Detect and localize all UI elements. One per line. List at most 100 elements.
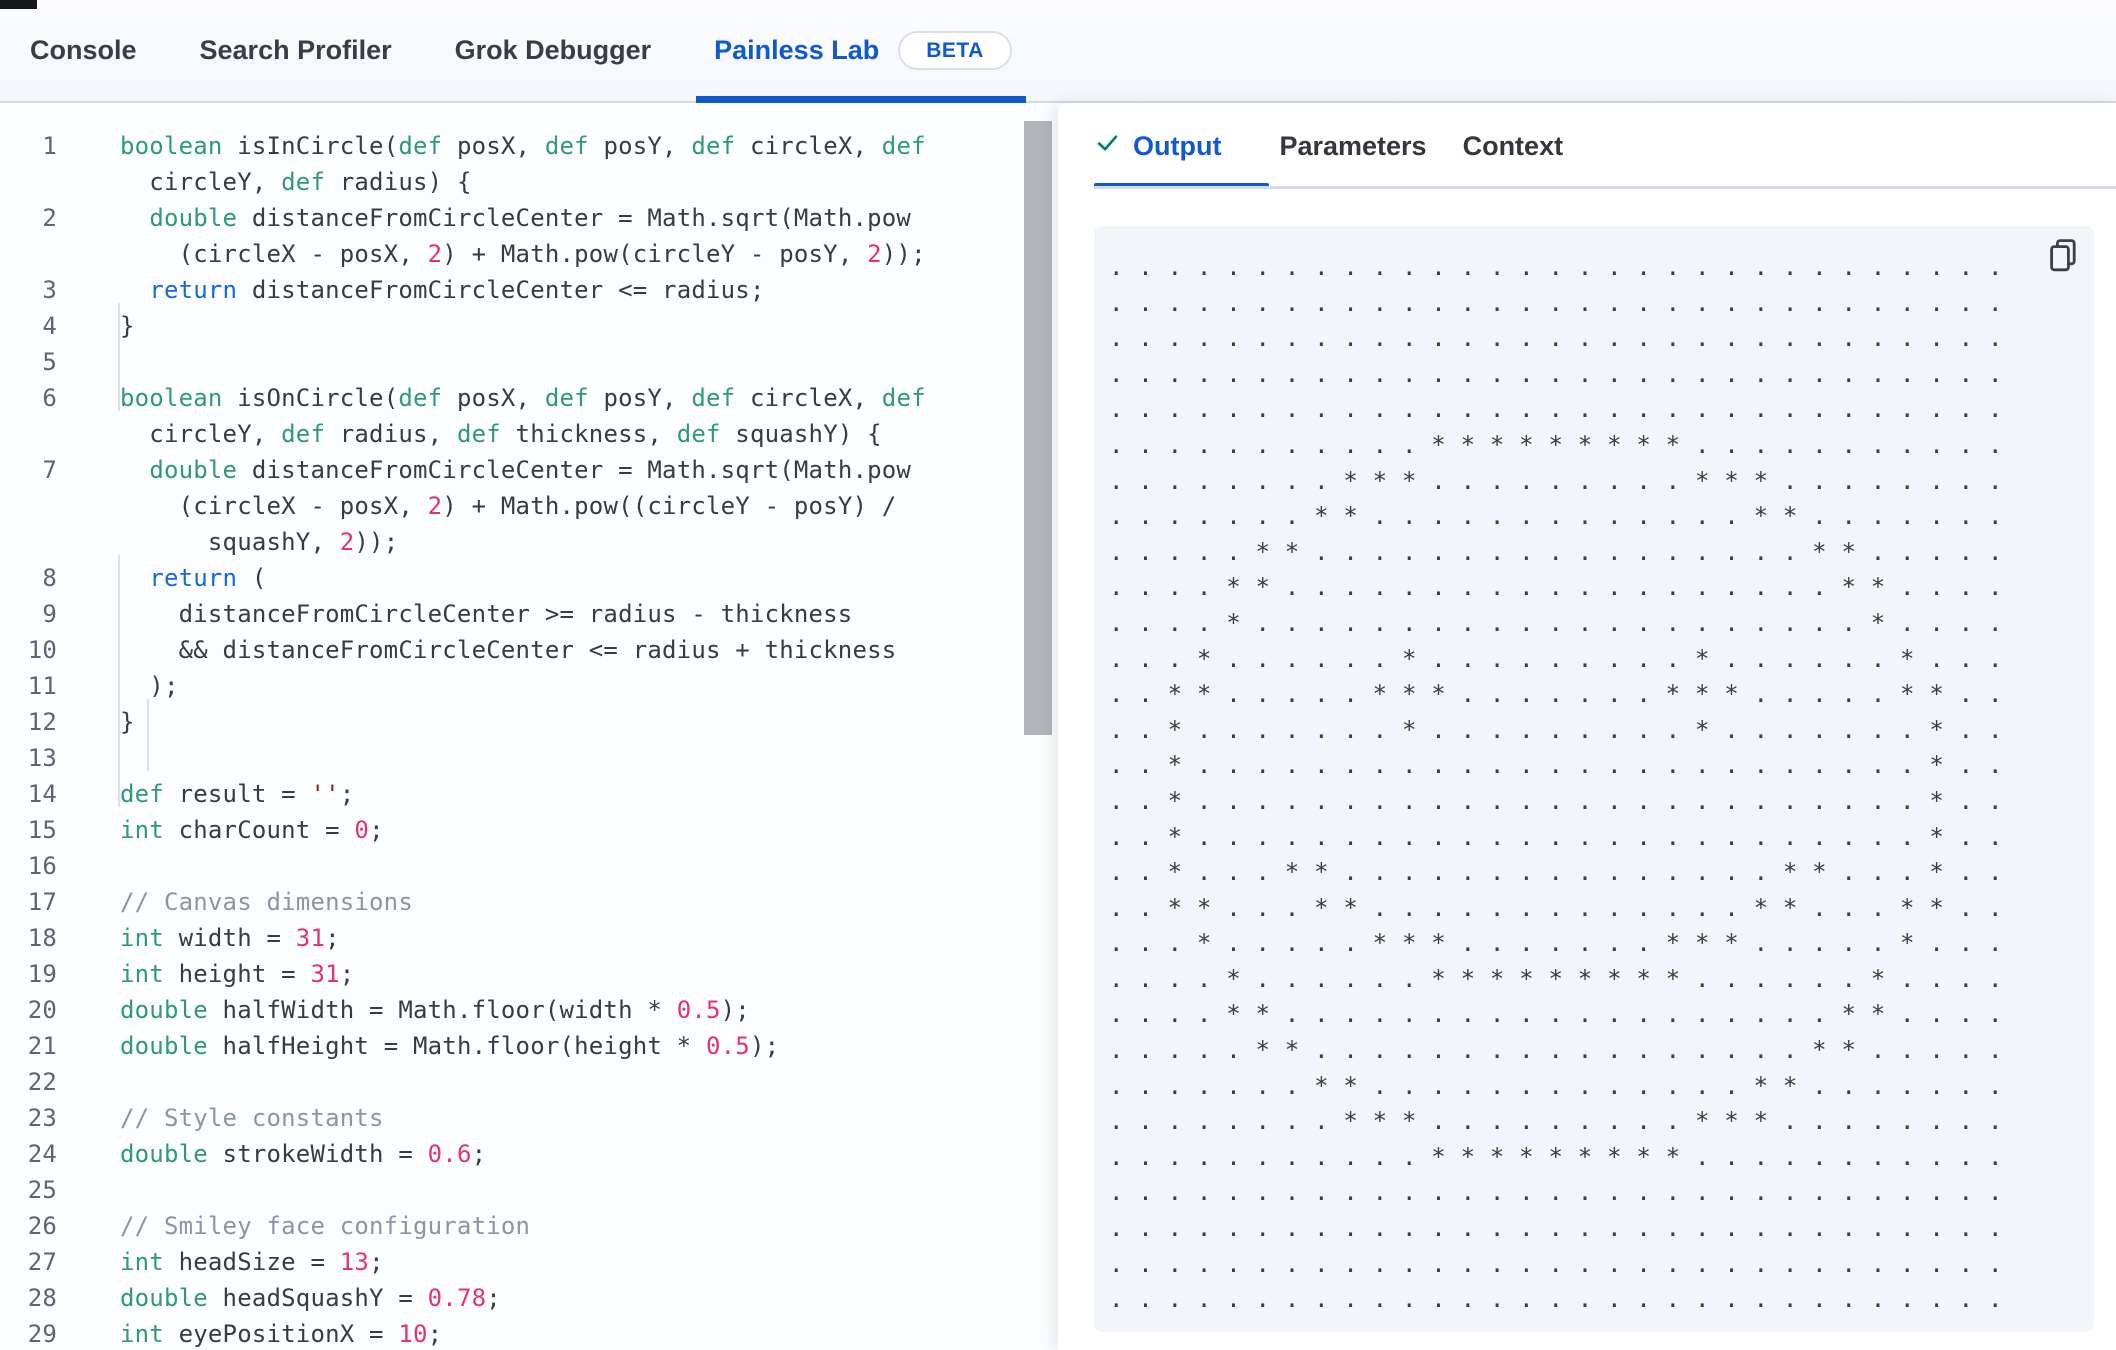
code-line-text: (circleX - posX, 2) + Math.pow((circleY …	[120, 492, 897, 520]
tab-output-label: Output	[1133, 130, 1222, 161]
line-number: 28	[27, 1284, 57, 1312]
line-number	[0, 236, 57, 272]
line-number: 26	[27, 1212, 57, 1240]
code-line: 2 double distanceFromCircleCenter = Math…	[0, 200, 1058, 236]
code-line: 13	[0, 740, 1058, 776]
code-line: 19 int height = 31;	[0, 956, 1058, 992]
tab-search-profiler[interactable]: Search Profiler	[200, 0, 392, 101]
code-line-text: double halfWidth = Math.floor(width * 0.…	[120, 996, 750, 1024]
indent-guide	[118, 555, 120, 807]
code-line: 27 int headSize = 13;	[0, 1244, 1058, 1280]
code-line: 26 // Smiley face configuration	[0, 1208, 1058, 1244]
code-line: 23 // Style constants	[0, 1100, 1058, 1136]
code-line: 11 );	[0, 668, 1058, 704]
tab-parameters[interactable]: Parameters	[1279, 131, 1426, 162]
result-pane: Output Parameters Context . . . . . . . …	[1058, 103, 2116, 1350]
code-line: circleY, def radius) {	[0, 164, 1058, 200]
window-edge-artifact	[0, 0, 37, 9]
code-line-text: int charCount = 0;	[120, 816, 384, 844]
output-result-panel: . . . . . . . . . . . . . . . . . . . . …	[1094, 226, 2094, 1332]
line-number: 3	[42, 276, 57, 304]
line-number: 16	[27, 852, 57, 880]
devtools-tab-bar: Console Search Profiler Grok Debugger Pa…	[0, 0, 2116, 103]
code-line-text: int height = 31;	[120, 960, 355, 988]
code-line-text: double halfHeight = Math.floor(height * …	[120, 1032, 780, 1060]
code-line-text: circleY, def radius) {	[120, 168, 472, 196]
code-line: 14 def result = '';	[0, 776, 1058, 812]
code-line-text: return (	[149, 564, 267, 592]
ascii-smiley-output: . . . . . . . . . . . . . . . . . . . . …	[1109, 253, 2003, 1314]
line-number: 9	[42, 600, 57, 628]
code-line: 8 return (	[0, 560, 1058, 596]
tab-painless-lab-label: Painless Lab	[714, 35, 880, 65]
line-number: 18	[27, 924, 57, 952]
tab-output[interactable]: Output	[1094, 129, 1221, 163]
line-number: 11	[27, 672, 57, 700]
line-number: 27	[27, 1248, 57, 1276]
code-line-text: (circleX - posX, 2) + Math.pow(circleY -…	[120, 240, 926, 268]
line-number: 5	[42, 348, 57, 376]
code-line-text: int width = 31;	[120, 924, 340, 952]
line-number: 8	[42, 564, 57, 592]
code-line: 28 double headSquashY = 0.78;	[0, 1280, 1058, 1316]
line-number	[0, 164, 57, 200]
line-number: 20	[27, 996, 57, 1024]
code-line-text: circleY, def radius, def thickness, def …	[120, 420, 882, 448]
code-line: 9 distanceFromCircleCenter >= radius - t…	[0, 596, 1058, 632]
code-line-text: boolean isInCircle(def posX, def posY, d…	[120, 132, 926, 160]
code-line: (circleX - posX, 2) + Math.pow((circleY …	[0, 488, 1058, 524]
code-line: 3 return distanceFromCircleCenter <= rad…	[0, 272, 1058, 308]
code-line-text: // Smiley face configuration	[120, 1212, 531, 1240]
code-line-text: && distanceFromCircleCenter <= radius + …	[120, 636, 897, 664]
code-line: 21 double halfHeight = Math.floor(height …	[0, 1028, 1058, 1064]
code-line-text: double distanceFromCircleCenter = Math.s…	[149, 204, 912, 232]
code-line-text: return distanceFromCircleCenter <= radiu…	[149, 276, 765, 304]
indent-guide	[147, 699, 149, 771]
tab-console[interactable]: Console	[30, 0, 137, 101]
tab-grok-debugger[interactable]: Grok Debugger	[455, 0, 652, 101]
code-line: squashY, 2));	[0, 524, 1058, 560]
line-number: 7	[42, 456, 57, 484]
code-line-text: double distanceFromCircleCenter = Math.s…	[149, 456, 912, 484]
code-line-text: distanceFromCircleCenter >= radius - thi…	[120, 600, 853, 628]
line-number: 10	[27, 636, 57, 664]
copy-button[interactable]	[2046, 238, 2080, 274]
beta-badge: BETA	[898, 31, 1012, 70]
copy-icon	[2047, 238, 2079, 275]
line-number	[0, 488, 57, 524]
code-line-text: squashY, 2));	[120, 528, 399, 556]
result-tabs: Output Parameters Context	[1094, 103, 1563, 189]
line-number: 24	[27, 1140, 57, 1168]
code-line: 1 boolean isInCircle(def posX, def posY, …	[0, 128, 1058, 164]
editor-scrollbar-thumb[interactable]	[1024, 121, 1052, 735]
check-icon	[1094, 129, 1121, 163]
code-line: 17 // Canvas dimensions	[0, 884, 1058, 920]
code-line-text: int headSize = 13;	[120, 1248, 384, 1276]
code-line: (circleX - posX, 2) + Math.pow(circleY -…	[0, 236, 1058, 272]
line-number: 25	[27, 1176, 57, 1204]
code-line: 12}	[0, 704, 1058, 740]
line-number: 21	[27, 1032, 57, 1060]
line-number: 12	[27, 708, 57, 736]
line-number: 15	[27, 816, 57, 844]
code-line: 16	[0, 848, 1058, 884]
tab-context[interactable]: Context	[1463, 131, 1564, 162]
code-line: circleY, def radius, def thickness, def …	[0, 416, 1058, 452]
line-number	[0, 416, 57, 452]
code-line-text: boolean isOnCircle(def posX, def posY, d…	[120, 384, 926, 412]
code-line: 18 int width = 31;	[0, 920, 1058, 956]
code-line: 22	[0, 1064, 1058, 1100]
code-line: 20 double halfWidth = Math.floor(width * …	[0, 992, 1058, 1028]
code-line-text: def result = '';	[120, 780, 355, 808]
line-number: 29	[27, 1320, 57, 1348]
painless-code-editor[interactable]: 1 boolean isInCircle(def posX, def posY, …	[0, 103, 1058, 1350]
code-line-text: }	[120, 312, 135, 340]
code-rows: 1 boolean isInCircle(def posX, def posY, …	[0, 128, 1058, 1350]
tab-painless-lab[interactable]: Painless Lab BETA	[696, 0, 1026, 103]
line-number: 14	[27, 780, 57, 808]
code-line: 6 boolean isOnCircle(def posX, def posY, …	[0, 380, 1058, 416]
